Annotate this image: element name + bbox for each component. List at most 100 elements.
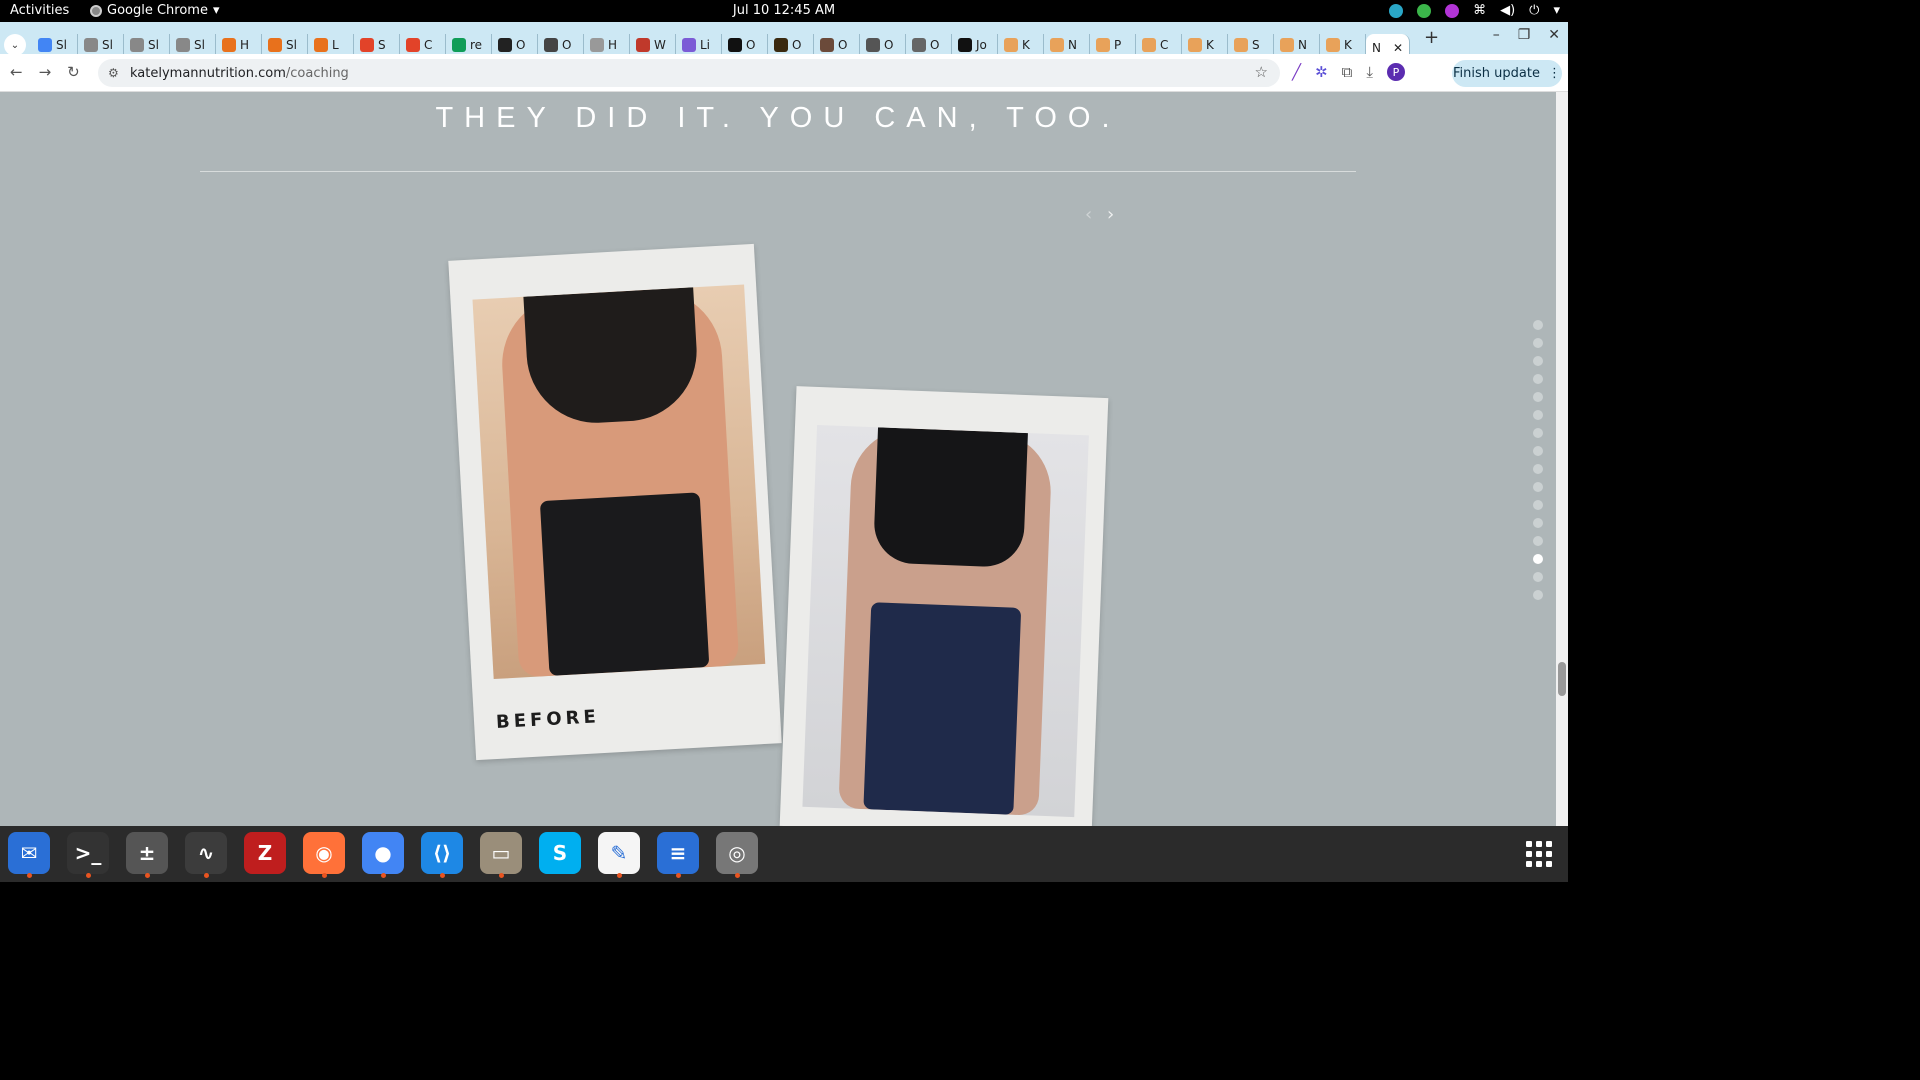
tab-label: O	[930, 38, 940, 52]
browser-tab[interactable]: O	[860, 34, 906, 56]
browser-tab[interactable]: O	[906, 34, 952, 56]
browser-tab[interactable]: Sl	[124, 34, 170, 56]
download-icon[interactable]: ⤓	[1366, 63, 1373, 81]
minimize-icon[interactable]: –	[1493, 27, 1500, 43]
slide-dot[interactable]	[1533, 356, 1543, 366]
puzzle-icon[interactable]: ⧉	[1342, 63, 1353, 81]
slide-dot[interactable]	[1533, 554, 1543, 564]
browser-tab[interactable]: L	[308, 34, 354, 56]
restore-icon[interactable]: ❐	[1518, 27, 1531, 43]
browser-tab[interactable]: O	[768, 34, 814, 56]
browser-tab[interactable]: N	[1044, 34, 1090, 56]
browser-tab[interactable]: N	[1274, 34, 1320, 56]
slide-dot[interactable]	[1533, 410, 1543, 420]
address-bar[interactable]: ⚙ katelymannutrition.com/coaching ☆	[98, 59, 1280, 87]
tab-favicon-icon	[406, 38, 420, 52]
disks-icon[interactable]: ◎	[716, 832, 758, 878]
scrollbar-thumb[interactable]	[1558, 662, 1566, 696]
document-viewer-icon[interactable]: ≡	[657, 832, 699, 878]
skype-icon[interactable]: S	[539, 832, 581, 874]
chevron-down-icon[interactable]: ▾	[1553, 3, 1560, 18]
tab-favicon-icon	[360, 38, 374, 52]
browser-tab[interactable]: Sl	[170, 34, 216, 56]
slide-dot[interactable]	[1533, 590, 1543, 600]
show-apps-icon[interactable]	[1526, 841, 1552, 867]
close-window-icon[interactable]: ✕	[1548, 27, 1560, 43]
browser-tab[interactable]: O	[722, 34, 768, 56]
browser-tab[interactable]: O	[814, 34, 860, 56]
thunderbird-icon[interactable]: ✉	[8, 832, 50, 878]
finish-update-button[interactable]: Finish update ⋮	[1452, 60, 1562, 87]
browser-tab[interactable]: C	[1136, 34, 1182, 56]
bookmark-star-icon[interactable]: ☆	[1255, 63, 1268, 81]
browser-tab[interactable]: K	[1182, 34, 1228, 56]
text-editor-icon[interactable]: ✎	[598, 832, 640, 878]
chrome-icon[interactable]: ●	[362, 832, 404, 878]
browser-tab[interactable]: O	[492, 34, 538, 56]
pen-extension-icon[interactable]: ╱	[1292, 63, 1301, 81]
browser-tab[interactable]: K	[1320, 34, 1366, 56]
slide-dot[interactable]	[1533, 428, 1543, 438]
firefox-icon[interactable]: ◉	[303, 832, 345, 878]
check-icon[interactable]	[1417, 3, 1432, 18]
browser-tab[interactable]: K	[998, 34, 1044, 56]
filezilla-icon[interactable]: Z	[244, 832, 286, 874]
browser-tab[interactable]: Sl	[262, 34, 308, 56]
system-tray[interactable]: ⌘ ◀) ⏻ ▾	[1389, 3, 1560, 18]
sync-icon[interactable]	[1389, 3, 1404, 18]
browser-tab[interactable]: H	[584, 34, 630, 56]
slide-dot[interactable]	[1533, 572, 1543, 582]
browser-tab[interactable]: Li	[676, 34, 722, 56]
app-menu[interactable]: Google Chrome ▾	[90, 3, 220, 18]
browser-tab[interactable]: Sl	[78, 34, 124, 56]
browser-tab[interactable]: H	[216, 34, 262, 56]
slide-dot[interactable]	[1533, 500, 1543, 510]
reload-icon[interactable]: ↻	[67, 63, 80, 81]
kebab-menu-icon: ⋮	[1547, 66, 1561, 81]
extension-icon[interactable]	[1445, 3, 1460, 18]
browser-tab[interactable]: S	[1228, 34, 1274, 56]
slide-dot[interactable]	[1533, 482, 1543, 492]
system-monitor-icon[interactable]: ∿	[185, 832, 227, 878]
slide-dot[interactable]	[1533, 536, 1543, 546]
slide-dot[interactable]	[1533, 446, 1543, 456]
clock[interactable]: Jul 10 12:45 AM	[0, 3, 1568, 18]
browser-tab[interactable]: P	[1090, 34, 1136, 56]
power-icon[interactable]: ⏻	[1529, 3, 1539, 18]
slide-dot[interactable]	[1533, 464, 1543, 474]
url-text[interactable]: katelymannutrition.com/coaching	[130, 66, 349, 81]
profile-avatar[interactable]: P	[1386, 63, 1405, 81]
tab-search-button[interactable]: ⌄	[4, 34, 26, 56]
activities-button[interactable]: Activities	[10, 3, 69, 18]
browser-tab[interactable]: re	[446, 34, 492, 56]
volume-icon[interactable]: ◀)	[1500, 3, 1515, 18]
page-scrollbar[interactable]	[1556, 92, 1568, 826]
browser-tab[interactable]: O	[538, 34, 584, 56]
new-tab-button[interactable]: +	[1424, 27, 1439, 48]
calculator-icon[interactable]: ±	[126, 832, 168, 878]
slide-dot[interactable]	[1533, 392, 1543, 402]
back-icon[interactable]: ←	[10, 63, 23, 81]
vscode-icon[interactable]: ⟨⟩	[421, 832, 463, 878]
browser-tab[interactable]: S	[354, 34, 400, 56]
browser-tab[interactable]: W	[630, 34, 676, 56]
terminal-icon[interactable]: >_	[67, 832, 109, 878]
slide-dot[interactable]	[1533, 320, 1543, 330]
network-icon[interactable]: ⌘	[1473, 3, 1486, 18]
site-info-icon[interactable]: ⚙	[108, 66, 124, 80]
tab-label: O	[838, 38, 848, 52]
close-tab-icon[interactable]: ✕	[1393, 41, 1403, 55]
carousel-prev-button[interactable]: ‹	[1085, 204, 1092, 225]
slide-dot[interactable]	[1533, 338, 1543, 348]
carousel-next-button[interactable]: ›	[1107, 204, 1114, 225]
browser-tab[interactable]: Sl	[32, 34, 78, 56]
gear-extension-icon[interactable]: ✲	[1315, 63, 1328, 81]
tab-favicon-icon	[84, 38, 98, 52]
forward-icon[interactable]: →	[39, 63, 52, 81]
browser-tab[interactable]: Jo	[952, 34, 998, 56]
browser-tab[interactable]: C	[400, 34, 446, 56]
files-icon[interactable]: ▭	[480, 832, 522, 878]
divider	[200, 171, 1356, 172]
slide-dot[interactable]	[1533, 374, 1543, 384]
slide-dot[interactable]	[1533, 518, 1543, 528]
